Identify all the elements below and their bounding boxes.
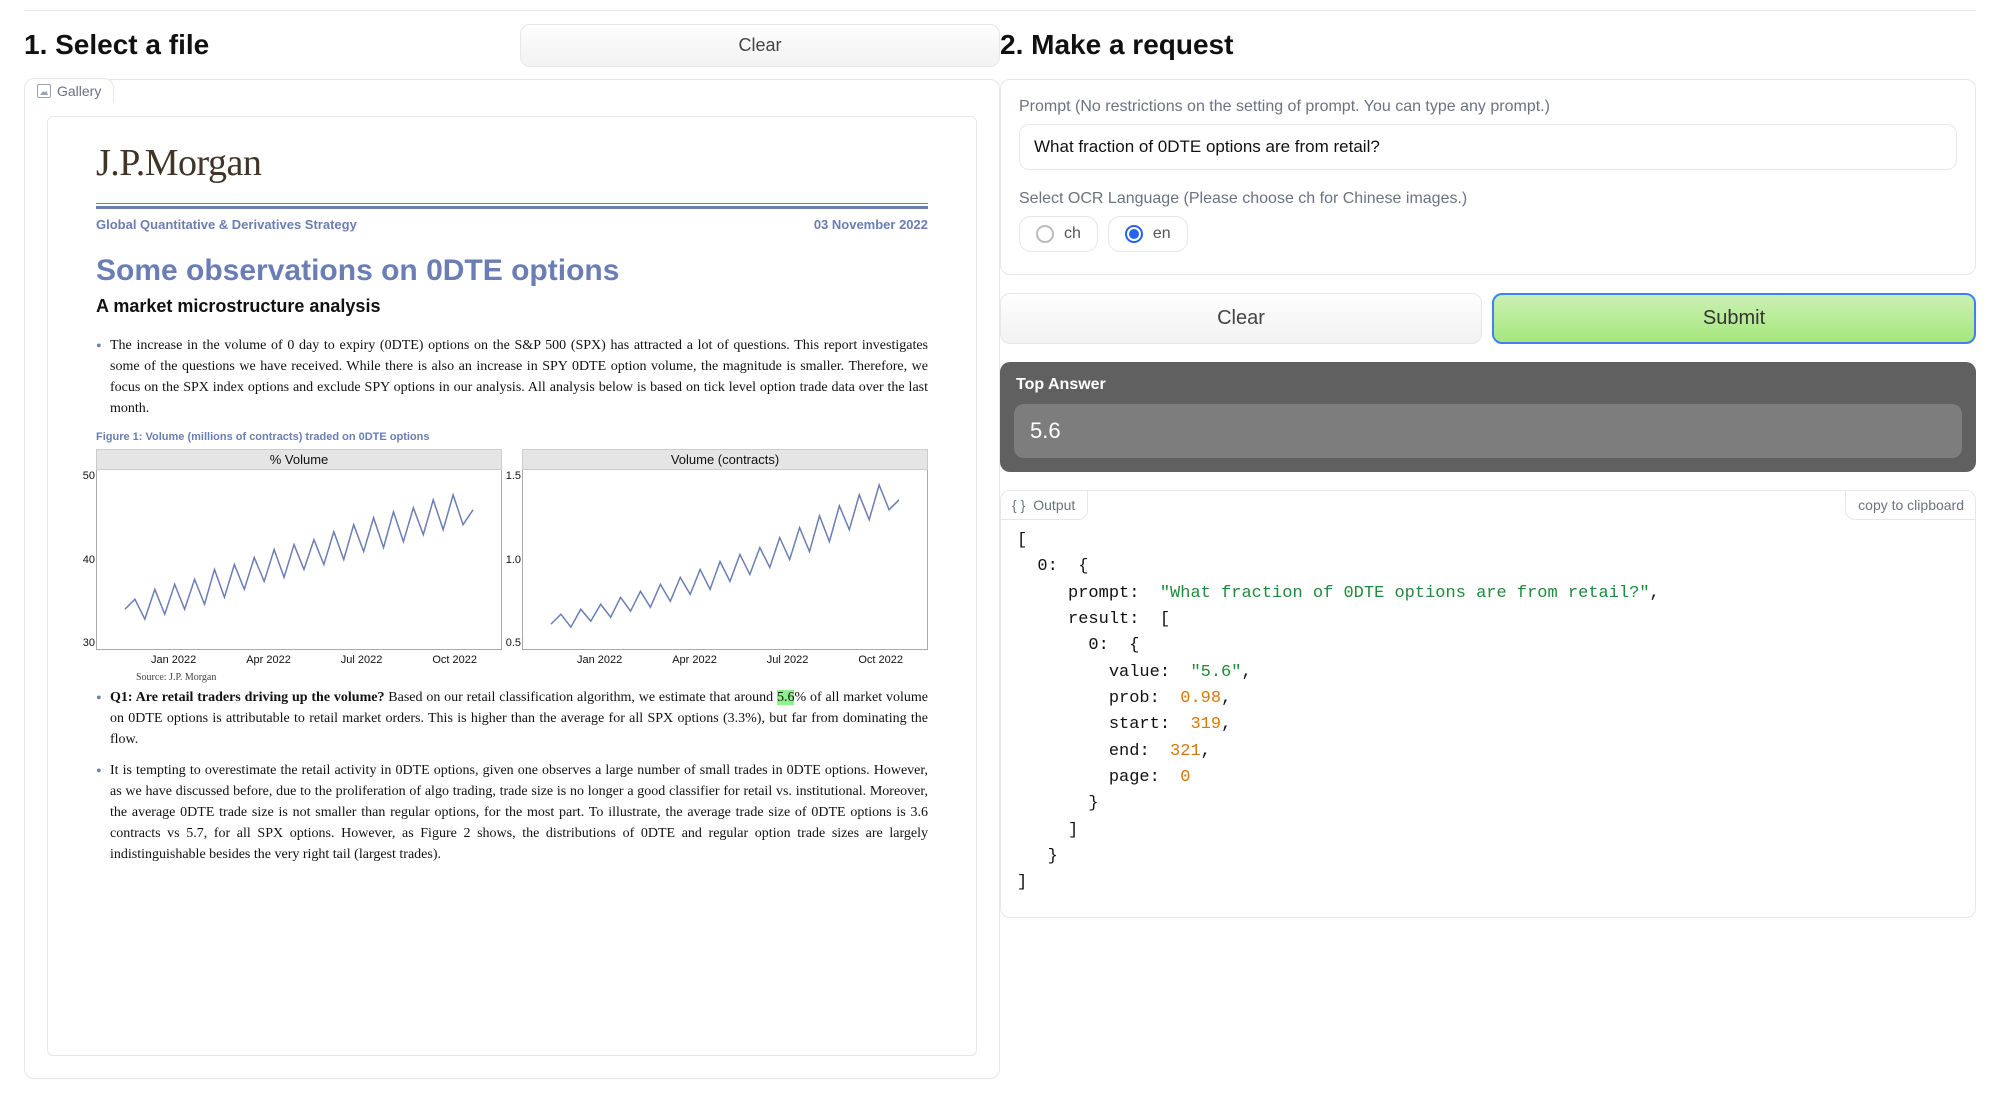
clear-file-button[interactable]: Clear (520, 24, 1000, 67)
doc-bullet-3: It is tempting to overestimate the retai… (96, 760, 928, 865)
submit-button[interactable]: Submit (1492, 293, 1976, 344)
document-preview[interactable]: J.P.Morgan Global Quantitative & Derivat… (47, 116, 977, 1056)
chart1-title: % Volume (96, 449, 502, 470)
lang-label: Select OCR Language (Please choose ch fo… (1019, 190, 1957, 208)
chart-percent-volume: % Volume 50 40 30 (96, 449, 502, 666)
lang-radio-ch[interactable]: ch (1019, 216, 1098, 252)
chart2-title: Volume (contracts) (522, 449, 928, 470)
chart-volume-contracts: Volume (contracts) 1.5 1.0 0.5 (522, 449, 928, 666)
output-json: [ 0: { prompt: "What fraction of 0DTE op… (1001, 520, 1975, 917)
radio-dot-checked-icon (1125, 225, 1143, 243)
output-tab: { } Output (1000, 491, 1088, 520)
chart2-svg (523, 470, 927, 649)
doc-brand: J.P.Morgan (96, 141, 928, 185)
top-answer-block: Top Answer 5.6 (1000, 362, 1976, 472)
doc-bullet-2: Q1: Are retail traders driving up the vo… (96, 687, 928, 750)
top-answer-value: 5.6 (1014, 404, 1962, 458)
doc-bullet-1: The increase in the volume of 0 day to e… (96, 335, 928, 419)
image-icon (37, 84, 51, 98)
chart1-svg (97, 470, 501, 649)
copy-to-clipboard-button[interactable]: copy to clipboard (1845, 491, 1976, 520)
charts-row: % Volume 50 40 30 (96, 449, 928, 666)
prompt-label: Prompt (No restrictions on the setting o… (1019, 98, 1957, 116)
gallery-tab[interactable]: Gallery (24, 78, 114, 103)
braces-icon: { } (1012, 497, 1025, 513)
gallery-tab-label: Gallery (57, 83, 101, 99)
request-panel: Prompt (No restrictions on the setting o… (1000, 79, 1976, 275)
clear-request-button[interactable]: Clear (1000, 293, 1482, 344)
chart-source: Source: J.P. Morgan (136, 672, 928, 683)
doc-title: Some observations on 0DTE options (96, 254, 928, 288)
chart1-yaxis: 50 40 30 (69, 470, 95, 649)
chart2-yaxis: 1.5 1.0 0.5 (495, 470, 521, 649)
highlighted-answer: 5.6 (777, 690, 795, 705)
doc-rule (96, 203, 928, 209)
doc-date: 03 November 2022 (814, 217, 928, 232)
section-title-make-request: 2. Make a request (1000, 29, 1233, 61)
doc-subtitle: A market microstructure analysis (96, 296, 928, 317)
top-divider (24, 10, 1976, 11)
figure-caption: Figure 1: Volume (millions of contracts)… (96, 431, 928, 443)
top-answer-header: Top Answer (1000, 362, 1976, 404)
output-panel: { } Output copy to clipboard [ 0: { prom… (1000, 490, 1976, 918)
gallery-panel: Gallery J.P.Morgan Global Quantitative &… (24, 79, 1000, 1079)
chart2-xaxis: Jan 2022 Apr 2022 Jul 2022 Oct 2022 (522, 650, 928, 666)
lang-radio-en[interactable]: en (1108, 216, 1188, 252)
chart1-xaxis: Jan 2022 Apr 2022 Jul 2022 Oct 2022 (96, 650, 502, 666)
section-title-select-file: 1. Select a file (24, 29, 209, 61)
doc-category: Global Quantitative & Derivatives Strate… (96, 217, 357, 232)
radio-dot-unchecked-icon (1036, 225, 1054, 243)
prompt-input[interactable] (1019, 124, 1957, 170)
